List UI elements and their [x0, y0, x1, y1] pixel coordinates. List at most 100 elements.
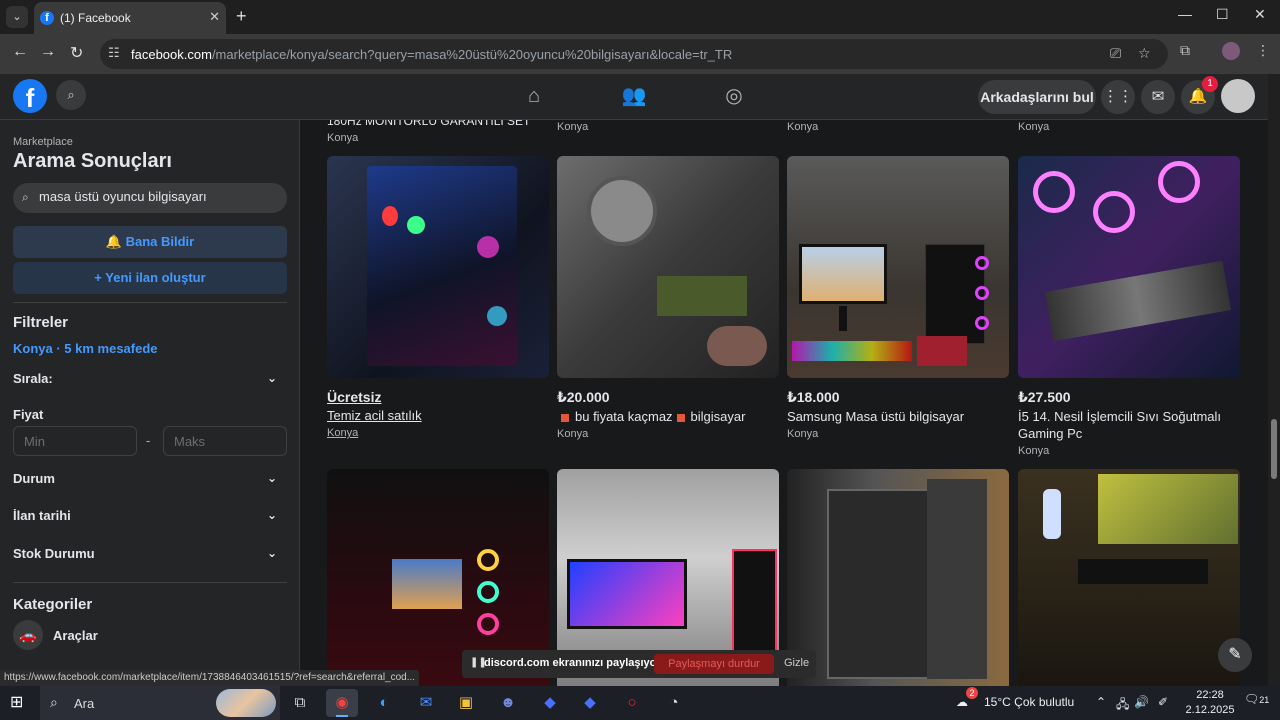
- prev-listing-title[interactable]: 180Hz MONİTÖRLÜ GARANTİLİ SET: [327, 120, 530, 128]
- share-status-text: discord.com ekranınızı paylaşıyor.: [484, 657, 664, 669]
- listing-title[interactable]: bu fiyata kaçmaz bilgisayar: [557, 408, 779, 425]
- network-icon[interactable]: 🖧: [1116, 695, 1129, 716]
- screen-share-bar: ❚❚ discord.com ekranınızı paylaşıyor. Pa…: [462, 650, 816, 678]
- breadcrumb[interactable]: Marketplace: [13, 136, 73, 148]
- weather-text[interactable]: 15°C Çok bulutlu: [984, 695, 1074, 709]
- home-icon[interactable]: ⌂: [519, 82, 549, 110]
- categories-heading: Kategoriler: [13, 596, 93, 613]
- search-icon[interactable]: ⌕: [56, 80, 86, 110]
- listing-price[interactable]: Ücretsiz: [327, 389, 549, 405]
- status-bar-url: https://www.facebook.com/marketplace/ite…: [0, 670, 420, 686]
- listing-image[interactable]: [787, 469, 1009, 686]
- forward-button[interactable]: →: [40, 43, 56, 61]
- task-view-icon[interactable]: ⧉: [284, 689, 316, 717]
- facebook-logo-icon[interactable]: f: [13, 79, 47, 113]
- emoji-square-icon: [561, 413, 569, 422]
- file-explorer-icon[interactable]: ▣: [450, 689, 482, 717]
- messenger-icon[interactable]: ✉: [1141, 80, 1175, 114]
- opera-icon[interactable]: ○: [616, 689, 648, 717]
- compose-message-icon[interactable]: ✎: [1218, 638, 1252, 672]
- divider: [13, 302, 287, 303]
- account-avatar[interactable]: [1221, 79, 1255, 113]
- listing-image[interactable]: [1018, 156, 1240, 378]
- date: 2.12.2025: [1185, 704, 1235, 716]
- listing-price[interactable]: ₺27.500: [1018, 389, 1240, 406]
- back-button[interactable]: ←: [12, 43, 28, 61]
- hide-button[interactable]: Gizle: [784, 657, 809, 669]
- prev-listing-location: Konya: [787, 121, 819, 133]
- friends-icon[interactable]: 👥: [619, 82, 649, 110]
- chrome-icon[interactable]: ◉: [326, 689, 358, 717]
- listing-date-dropdown[interactable]: İlan tarihi ⌄: [13, 508, 287, 530]
- browser-menu-icon[interactable]: ⋮: [1256, 42, 1270, 59]
- scrollbar-thumb[interactable]: [1271, 419, 1277, 479]
- price-max-field[interactable]: [163, 426, 287, 456]
- listing-image[interactable]: [557, 156, 779, 378]
- taskbar-clock[interactable]: 22:28 2.12.2025: [1182, 688, 1238, 718]
- listing-card[interactable]: ₺27.500 İ5 14. Nesil İşlemcili Sıvı Soğu…: [1018, 156, 1240, 457]
- page-scrollbar[interactable]: [1268, 74, 1280, 686]
- weather-icon[interactable]: ☁: [956, 695, 968, 709]
- search-input[interactable]: [39, 189, 279, 204]
- notification-center-icon[interactable]: 🗨21: [1244, 692, 1269, 706]
- listing-card[interactable]: ₺20.000 bu fiyata kaçmaz bilgisayar Konya: [557, 156, 779, 440]
- reload-button[interactable]: ↻: [70, 43, 83, 63]
- listing-card[interactable]: Ücretsiz Temiz acil satılık Konya: [327, 156, 549, 439]
- url-bar[interactable]: ☷ facebook.com/marketplace/konya/search?…: [100, 39, 1168, 69]
- listing-title-part: bu fiyata kaçmaz: [575, 409, 673, 424]
- discord-icon[interactable]: ☻: [492, 689, 524, 717]
- maximize-button[interactable]: ☐: [1216, 6, 1229, 23]
- listing-card[interactable]: [1018, 469, 1240, 686]
- notify-me-button[interactable]: 🔔 Bana Bildir: [13, 226, 287, 258]
- app-icon[interactable]: ◔: [658, 689, 690, 717]
- app-icon[interactable]: ◆: [574, 689, 606, 717]
- tab-search-menu-button[interactable]: ⌄: [6, 6, 28, 28]
- condition-dropdown[interactable]: Durum ⌄: [13, 471, 287, 493]
- bookmark-star-icon[interactable]: ☆: [1138, 45, 1151, 62]
- pen-icon[interactable]: ✐: [1158, 695, 1168, 709]
- cast-icon[interactable]: ⎚: [1110, 45, 1121, 62]
- listing-title[interactable]: Temiz acil satılık: [327, 407, 549, 424]
- minimize-button[interactable]: —: [1178, 6, 1192, 22]
- listing-location: Konya: [1018, 445, 1050, 457]
- profile-icon[interactable]: [1222, 42, 1240, 60]
- taskbar-search[interactable]: ⌕ Ara: [40, 686, 280, 720]
- price-max-input[interactable]: [164, 427, 286, 455]
- listing-image[interactable]: [1018, 469, 1240, 686]
- listing-card[interactable]: ₺18.000 Samsung Masa üstü bilgisayar Kon…: [787, 156, 1009, 440]
- listing-image[interactable]: [327, 156, 549, 378]
- price-min-input[interactable]: [14, 427, 136, 455]
- location-filter-link[interactable]: Konya · 5 km mesafede: [13, 341, 158, 356]
- browser-tab[interactable]: f (1) Facebook ✕: [34, 2, 226, 34]
- listing-image[interactable]: [787, 156, 1009, 378]
- listing-title[interactable]: İ5 14. Nesil İşlemcili Sıvı Soğutmalı Ga…: [1018, 408, 1240, 442]
- site-info-icon[interactable]: ☷: [108, 45, 120, 61]
- facebook-favicon-icon: f: [40, 11, 54, 25]
- windows-start-icon[interactable]: ⊞: [10, 694, 28, 712]
- create-listing-button[interactable]: + Yeni ilan oluştur: [13, 262, 287, 294]
- listing-price[interactable]: ₺18.000: [787, 389, 1009, 406]
- chevron-down-icon: ⌄: [266, 371, 277, 385]
- price-min-field[interactable]: [13, 426, 137, 456]
- listing-title[interactable]: Samsung Masa üstü bilgisayar: [787, 408, 1009, 425]
- close-window-button[interactable]: ✕: [1254, 6, 1266, 23]
- stop-sharing-button[interactable]: Paylaşmayı durdur: [654, 654, 774, 674]
- category-vehicles[interactable]: 🚗 Araçlar: [13, 620, 287, 650]
- stock-dropdown[interactable]: Stok Durumu ⌄: [13, 546, 287, 568]
- find-friends-button[interactable]: Arkadaşlarını bul: [978, 80, 1096, 114]
- sort-dropdown[interactable]: Sırala: ⌄: [13, 371, 287, 393]
- listing-price[interactable]: ₺20.000: [557, 389, 779, 406]
- marketplace-search[interactable]: ⌕: [13, 183, 287, 213]
- groups-icon[interactable]: ◎: [719, 82, 749, 110]
- outlook-icon[interactable]: ✉: [410, 689, 442, 717]
- menu-grid-icon[interactable]: ⋮⋮: [1101, 80, 1135, 114]
- volume-icon[interactable]: 🔊: [1134, 695, 1149, 709]
- tab-strip: ⌄ f (1) Facebook ✕ + — ☐ ✕: [0, 0, 1280, 34]
- tray-overflow-icon[interactable]: ⌃: [1096, 695, 1106, 709]
- listing-card[interactable]: [787, 469, 1009, 686]
- app-icon[interactable]: ◆: [534, 689, 566, 717]
- tab-close-icon[interactable]: ✕: [209, 9, 220, 25]
- new-tab-button[interactable]: +: [236, 6, 247, 27]
- extensions-icon[interactable]: ⧉: [1180, 42, 1190, 59]
- edge-icon[interactable]: ◐: [368, 689, 400, 717]
